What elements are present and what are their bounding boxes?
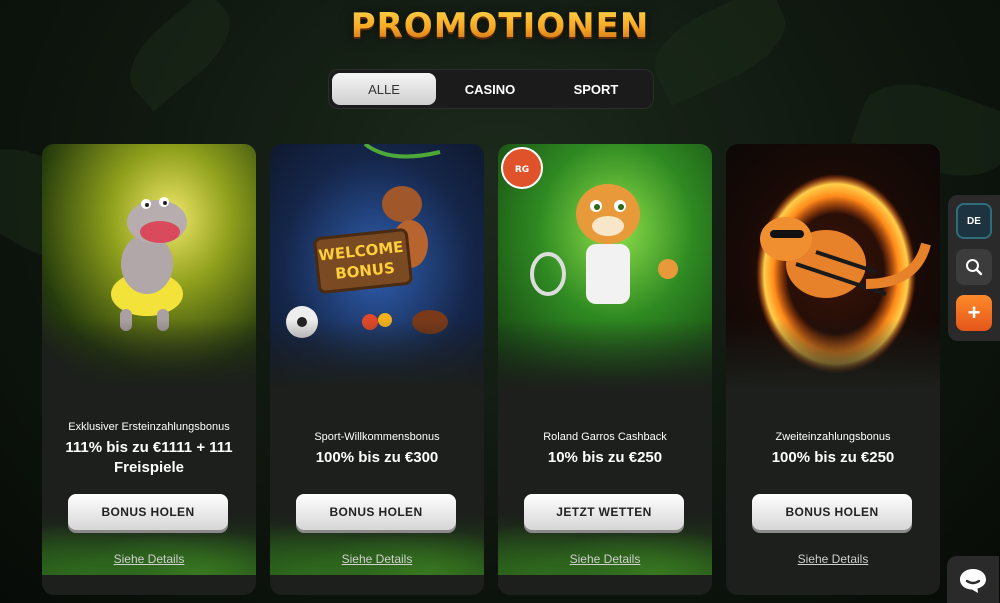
card-offer: 111% bis zu €1111 + 111 Freispiele bbox=[65, 439, 233, 476]
live-chat-button[interactable] bbox=[947, 556, 999, 603]
tab-sport[interactable]: SPORT bbox=[544, 73, 648, 105]
art-fade bbox=[270, 319, 484, 389]
bonus-holen-button[interactable]: BONUS HOLEN bbox=[68, 494, 228, 530]
art-fade bbox=[498, 319, 712, 389]
art-fade bbox=[726, 319, 940, 389]
page-title: PROMOTIONEN bbox=[0, 6, 1000, 46]
card-subtitle: Exklusiver Ersteinzahlungsbonus bbox=[68, 421, 230, 433]
plus-icon: + bbox=[967, 300, 981, 325]
see-details-link[interactable]: Siehe Details bbox=[270, 552, 484, 566]
tab-casino[interactable]: CASINO bbox=[438, 73, 542, 105]
search-button[interactable] bbox=[956, 249, 992, 285]
art-fade bbox=[42, 319, 256, 389]
card-subtitle: Zweiteinzahlungsbonus bbox=[775, 431, 891, 443]
chat-icon bbox=[960, 568, 986, 593]
card-offer: 100% bis zu €250 bbox=[771, 449, 895, 466]
see-details-link[interactable]: Siehe Details bbox=[42, 552, 256, 566]
language-selector[interactable]: DE bbox=[956, 203, 992, 239]
jetzt-wetten-button[interactable]: JETZT WETTEN bbox=[524, 494, 684, 530]
bonus-holen-button[interactable]: BONUS HOLEN bbox=[296, 494, 456, 530]
add-button[interactable]: + bbox=[956, 295, 992, 331]
side-utility-panel: DE + bbox=[948, 195, 1000, 341]
see-details-link[interactable]: Siehe Details bbox=[498, 552, 712, 566]
card-offer: 100% bis zu €300 bbox=[315, 449, 439, 466]
card-subtitle: Roland Garros Cashback bbox=[543, 431, 667, 443]
see-details-link[interactable]: Siehe Details bbox=[726, 552, 940, 566]
svg-text:RG: RG bbox=[515, 165, 529, 175]
promo-filter-tabs: ALLE CASINO SPORT bbox=[328, 69, 654, 109]
promo-card-roland-garros: RG Roland Garros Cashback 10% bis zu €25… bbox=[498, 144, 712, 595]
bonus-holen-button[interactable]: BONUS HOLEN bbox=[752, 494, 912, 530]
card-subtitle: Sport-Willkommensbonus bbox=[314, 431, 440, 443]
tab-alle[interactable]: ALLE bbox=[332, 73, 436, 105]
promo-card-second-deposit: Zweiteinzahlungsbonus 100% bis zu €250 B… bbox=[726, 144, 940, 595]
search-icon bbox=[966, 259, 983, 276]
card-offer: 10% bis zu €250 bbox=[547, 449, 663, 466]
promo-card-first-deposit: Exklusiver Ersteinzahlungsbonus 111% bis… bbox=[42, 144, 256, 595]
promo-card-sport-welcome: WELCOME BONUS Sport-Willkommensbonus 100… bbox=[270, 144, 484, 595]
